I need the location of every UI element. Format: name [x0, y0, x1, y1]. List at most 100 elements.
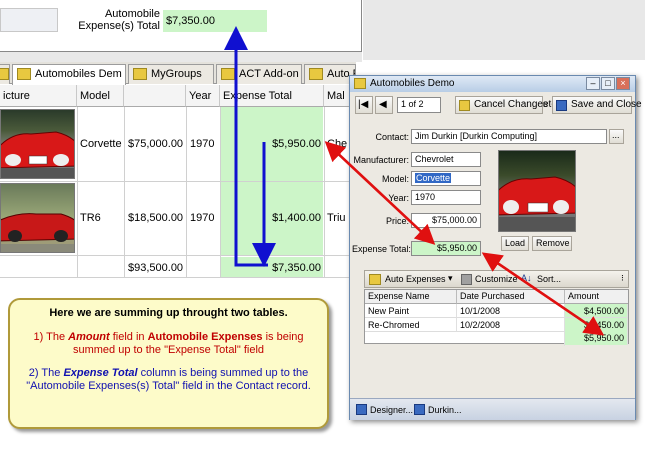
- tr6-photo: [0, 183, 75, 253]
- row1-price[interactable]: $75,000.00: [128, 138, 183, 150]
- model-label: Model:: [381, 174, 409, 184]
- column-header-expense-name[interactable]: Expense Name: [365, 290, 457, 304]
- explanation-note: Here we are summing up throught two tabl…: [8, 298, 329, 429]
- previous-record-button[interactable]: ◀: [375, 96, 393, 114]
- first-record-button[interactable]: |◀: [355, 96, 373, 114]
- save-and-close-button[interactable]: Save and Close: [552, 96, 642, 114]
- expense-row2-amount[interactable]: $1,450.00: [565, 318, 628, 332]
- row-divider: [0, 255, 356, 256]
- cancel-changes-button[interactable]: Cancel Changes: [455, 96, 548, 114]
- column-header-date-purchased[interactable]: Date Purchased: [457, 290, 565, 304]
- remove-photo-button[interactable]: Remove: [532, 236, 572, 251]
- row1-model[interactable]: Corvette: [80, 138, 122, 150]
- tab-act-add-on[interactable]: ACT Add-on: [216, 64, 302, 84]
- contact-lookup-button[interactable]: ...: [609, 129, 624, 144]
- durkin-link[interactable]: Durkin...: [428, 405, 462, 415]
- contact-label: Contact:: [375, 132, 409, 142]
- automobile-expenses-total-label: Automobile Expense(s) Total: [78, 8, 160, 32]
- row2-year[interactable]: 1970: [190, 212, 214, 224]
- row2-price[interactable]: $18,500.00: [128, 212, 183, 224]
- col-divider: [220, 107, 221, 277]
- tab-strip: Automobiles Dem MyGroups ACT Add-on Auto…: [0, 62, 356, 85]
- window-backdrop: [363, 0, 645, 60]
- automobiles-demo-dialog: Automobiles Demo – □ × |◀ ◀ 1 of 2 Cance…: [349, 75, 642, 420]
- note-heading: Here we are summing up throught two tabl…: [49, 307, 288, 319]
- folder-icon: [309, 68, 323, 80]
- folder-icon: [17, 68, 31, 80]
- cancel-icon: [459, 100, 470, 111]
- customize-icon: [461, 274, 472, 285]
- manufacturer-field[interactable]: Chevrolet: [411, 152, 481, 167]
- expense-row2-date[interactable]: 10/2/2008: [457, 318, 565, 332]
- row2-model[interactable]: TR6: [80, 212, 101, 224]
- auto-expenses-dropdown[interactable]: Auto Expenses: [385, 274, 446, 284]
- col-divider: [124, 107, 125, 277]
- tr6-image: [1, 213, 74, 252]
- expense-total-field[interactable]: $5,950.00: [411, 241, 481, 256]
- minimize-button[interactable]: –: [586, 77, 600, 90]
- tab-previous[interactable]: [0, 64, 10, 84]
- row-divider: [0, 277, 356, 278]
- toolbar-overflow-icon[interactable]: ⁝: [621, 273, 624, 284]
- sort-icon: A↓: [521, 273, 532, 283]
- column-header-model[interactable]: Model: [77, 85, 124, 107]
- total-expense: $7,350.00: [272, 262, 321, 274]
- chevron-down-icon[interactable]: ▾: [448, 273, 453, 284]
- designer-link[interactable]: Designer...: [370, 405, 413, 415]
- expense-row1-date[interactable]: 10/1/2008: [457, 304, 565, 318]
- column-header-amount[interactable]: Amount: [565, 290, 628, 304]
- col-divider: [77, 107, 78, 277]
- column-header-expense-total[interactable]: Expense Total: [220, 85, 324, 107]
- year-field[interactable]: 1970: [411, 190, 481, 205]
- corvette-image: [1, 131, 74, 178]
- contact-card: Automobile Expense(s) Total $7,350.00: [0, 0, 362, 52]
- dialog-title-bar: Automobiles Demo – □ ×: [350, 76, 635, 92]
- note-paragraph-1: 1) The Amount field in Automobile Expens…: [33, 331, 304, 356]
- maximize-button[interactable]: □: [601, 77, 615, 90]
- automobile-expenses-total-field[interactable]: $7,350.00: [163, 10, 267, 32]
- column-header-year[interactable]: Year: [186, 85, 220, 107]
- row1-expense-total[interactable]: $5,950.00: [221, 138, 321, 150]
- expense-amount-total: $5,950.00: [565, 331, 628, 345]
- customize-button[interactable]: Customize: [475, 274, 518, 284]
- expense-row2-name[interactable]: Re-Chromed: [365, 318, 457, 332]
- status-bar: Designer... Durkin...: [350, 398, 635, 420]
- total-price: $93,500.00: [128, 262, 184, 274]
- dialog-title: Automobiles Demo: [370, 78, 455, 89]
- folder-icon: [0, 68, 9, 80]
- close-button[interactable]: ×: [616, 77, 630, 90]
- vehicle-photo: [498, 150, 576, 232]
- expenses-toolbar: Auto Expenses ▾ Customize A↓ Sort... ⁝: [364, 270, 629, 288]
- col-divider: [186, 107, 187, 277]
- contact-field-box[interactable]: [0, 8, 58, 32]
- expenses-grid: Expense Name Date Purchased Amount New P…: [364, 289, 629, 346]
- price-label: Price:: [385, 216, 409, 226]
- save-icon: [556, 100, 567, 111]
- expense-total-label: Expense Total:: [352, 244, 411, 254]
- model-field[interactable]: Corvette: [411, 171, 481, 186]
- tab-mygroups[interactable]: MyGroups: [128, 64, 214, 84]
- corvette-photo: [0, 109, 75, 179]
- column-header-picture[interactable]: icture: [0, 85, 77, 107]
- sort-button[interactable]: Sort...: [537, 274, 561, 284]
- year-label: Year:: [388, 193, 409, 203]
- folder-icon: [133, 68, 147, 80]
- first-icon: |◀: [358, 99, 369, 110]
- record-position-field[interactable]: 1 of 2: [397, 97, 441, 113]
- folder-icon: [369, 274, 381, 285]
- load-photo-button[interactable]: Load: [501, 236, 529, 251]
- row2-expense-total[interactable]: $1,400.00: [221, 212, 321, 224]
- col-divider: [324, 107, 325, 277]
- column-header-price[interactable]: [124, 85, 186, 107]
- folder-icon: [221, 68, 235, 80]
- contact-field[interactable]: Jim Durkin [Durkin Computing]: [411, 129, 607, 144]
- row1-year[interactable]: 1970: [190, 138, 214, 150]
- tab-automobiles-demo[interactable]: Automobiles Dem: [12, 64, 126, 85]
- expense-row1-name[interactable]: New Paint: [365, 304, 457, 318]
- durkin-icon: [414, 404, 425, 415]
- designer-icon: [356, 404, 367, 415]
- note-paragraph-2: 2) The Expense Total column is being sum…: [26, 367, 311, 392]
- expense-row1-amount[interactable]: $4,500.00: [565, 304, 628, 318]
- price-field[interactable]: $75,000.00: [411, 213, 481, 228]
- expense-new-row[interactable]: [365, 332, 565, 346]
